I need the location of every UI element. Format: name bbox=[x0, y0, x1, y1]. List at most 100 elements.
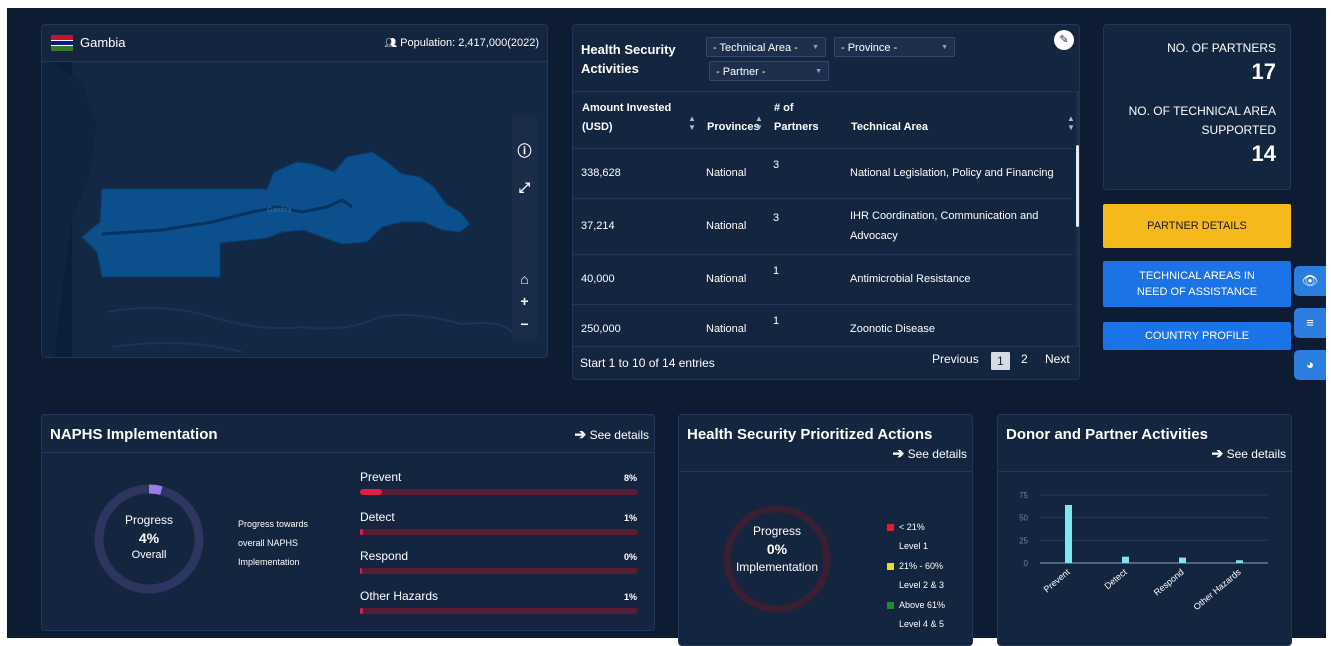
y-tick-label: 0 bbox=[1024, 559, 1029, 568]
dashboard-icon[interactable]: ◕ bbox=[1294, 350, 1326, 380]
legend-swatch bbox=[887, 563, 894, 570]
progress-sub: Implementation bbox=[735, 560, 819, 574]
country-name: Gambia bbox=[80, 35, 126, 50]
cell-partners: 3 bbox=[773, 159, 780, 171]
entries-info: Start 1 to 10 of 14 entries bbox=[580, 356, 715, 370]
arrow-right-icon: ➔ bbox=[1211, 445, 1224, 461]
technical-areas-button[interactable]: TECHNICAL AREAS IN NEED OF ASSISTANCE bbox=[1103, 261, 1291, 307]
sort-icon[interactable]: ▲ ▼ bbox=[755, 114, 763, 132]
country-profile-button[interactable]: COUNTRY PROFILE bbox=[1103, 322, 1291, 350]
partners-count-value: 17 bbox=[1251, 59, 1276, 84]
legend-swatch bbox=[887, 524, 894, 531]
partner-details-button[interactable]: PARTNER DETAILS bbox=[1103, 204, 1291, 248]
bar-percent: 8% bbox=[624, 473, 638, 483]
map-place-label: Gambia bbox=[267, 207, 292, 214]
x-tick-label: Respond bbox=[1152, 567, 1186, 598]
progress-bar bbox=[360, 568, 638, 574]
card-title: Health Security Prioritized Actions bbox=[687, 426, 933, 443]
card-divider bbox=[679, 471, 972, 472]
select-value: - Technical Area - bbox=[713, 42, 798, 54]
sort-icon[interactable]: ▲ ▼ bbox=[688, 114, 696, 132]
cell-partners: 1 bbox=[773, 265, 780, 277]
map-toolbar: ⓘ ⤢ ⌂ + − bbox=[512, 115, 537, 341]
column-header-technical-area[interactable]: Technical Area bbox=[851, 118, 928, 137]
column-header-provinces[interactable]: Provinces bbox=[707, 118, 760, 137]
table-row[interactable]: 338,628 National 3 National Legislation,… bbox=[573, 148, 1073, 199]
previous-button[interactable]: Previous bbox=[932, 352, 979, 366]
health-security-prioritized-actions-card: Health Security Prioritized Actions ➔ Se… bbox=[678, 414, 973, 646]
home-icon[interactable]: ⌂ bbox=[512, 271, 537, 287]
cell-province: National bbox=[706, 323, 747, 335]
table-row[interactable]: 37,214 National 3 IHR Coordination, Comm… bbox=[573, 198, 1073, 255]
progress-value: 4% bbox=[138, 530, 160, 546]
hspa-progress-text: Progress 0% Implementation bbox=[721, 524, 833, 574]
next-button[interactable]: Next bbox=[1045, 352, 1070, 366]
bar bbox=[1236, 560, 1243, 563]
bar-label: Prevent bbox=[360, 470, 402, 484]
progress-label: Progress bbox=[752, 524, 802, 538]
progress-bar-fill bbox=[360, 568, 362, 574]
eye-icon[interactable]: 👁︎ bbox=[1294, 266, 1326, 296]
cell-technical-area: IHR Coordination, Communication and bbox=[850, 210, 1039, 222]
page-1-button[interactable]: 1 bbox=[991, 352, 1010, 370]
progress-bar-fill bbox=[360, 489, 383, 495]
zoom-in-icon[interactable]: + bbox=[512, 293, 537, 309]
map-header: Gambia 👥︎ Population: 2,417,000(2022) bbox=[42, 25, 547, 62]
cell-technical-area: Zoonotic Disease bbox=[850, 323, 935, 335]
zoom-out-icon[interactable]: − bbox=[512, 316, 537, 332]
table-row[interactable]: 250,000 National 1 Zoonotic Disease bbox=[573, 304, 1073, 347]
donor-bar-chart: 0 25 50 75 Prevent Detect Respond Other Hazards bbox=[1019, 491, 1268, 612]
cell-amount: 37,214 bbox=[581, 220, 615, 232]
tech-area-count-value: 14 bbox=[1251, 141, 1276, 166]
cell-amount: 338,628 bbox=[581, 167, 621, 179]
footer-divider bbox=[573, 346, 1079, 347]
sort-icon[interactable]: ▲ ▼ bbox=[1067, 114, 1075, 132]
arrow-right-icon: ➔ bbox=[892, 445, 905, 461]
legend-level: Level 1 bbox=[899, 541, 929, 551]
see-details-link[interactable]: ➔ See details bbox=[575, 426, 649, 443]
progress-bar-fill bbox=[360, 607, 363, 614]
technical-area-select[interactable]: - Technical Area - ▼ bbox=[706, 37, 826, 57]
population-text: Population: 2,417,000(2022) bbox=[400, 37, 539, 49]
province-select[interactable]: - Province - ▼ bbox=[834, 37, 955, 57]
cell-technical-area: Antimicrobial Resistance bbox=[850, 273, 971, 285]
see-details-link[interactable]: ➔ See details bbox=[893, 445, 967, 462]
link-text: See details bbox=[1226, 447, 1286, 461]
cell-province: National bbox=[706, 273, 747, 285]
see-details-link[interactable]: ➔ See details bbox=[1212, 445, 1286, 462]
legend-swatch bbox=[887, 602, 894, 609]
edit-icon[interactable]: ✎ bbox=[1054, 30, 1074, 50]
map-canvas[interactable]: Gambia ⓘ ⤢ ⌂ + − bbox=[42, 62, 547, 357]
progress-sub: Overall bbox=[131, 549, 167, 561]
map-svg: Gambia bbox=[42, 62, 513, 357]
note-line: Progress towards bbox=[238, 519, 309, 529]
column-header-partners[interactable]: # of Partners bbox=[774, 99, 819, 137]
column-header-amount[interactable]: Amount Invested (USD) bbox=[582, 99, 671, 137]
table-row[interactable]: 40,000 National 1 Antimicrobial Resistan… bbox=[573, 254, 1073, 305]
map-panel: Gambia 👥︎ Population: 2,417,000(2022) Ga… bbox=[41, 24, 548, 358]
gambia-flag-icon bbox=[51, 35, 73, 51]
progress-value: 0% bbox=[766, 541, 788, 557]
card-divider bbox=[998, 471, 1291, 472]
layers-icon[interactable]: ≡ bbox=[1294, 308, 1326, 338]
population-label: 👥︎ Population: 2,417,000(2022) bbox=[384, 37, 539, 49]
y-tick-label: 75 bbox=[1019, 491, 1028, 500]
y-tick-label: 25 bbox=[1019, 536, 1028, 545]
x-tick-label: Prevent bbox=[1042, 567, 1073, 595]
title-line: Activities bbox=[581, 61, 639, 76]
progress-bar bbox=[360, 607, 638, 614]
page-2-button[interactable]: 2 bbox=[1021, 352, 1028, 366]
info-icon[interactable]: ⓘ bbox=[512, 141, 537, 161]
header-text: # of bbox=[774, 102, 794, 114]
scrollbar-thumb[interactable] bbox=[1076, 145, 1079, 227]
tech-area-count-label: SUPPORTED bbox=[1201, 123, 1276, 137]
naphs-progress-text: Progress 4% Overall bbox=[93, 513, 205, 561]
expand-icon[interactable]: ⤢ bbox=[512, 179, 537, 196]
legend-range: < 21% bbox=[899, 522, 925, 532]
progress-bar-fill bbox=[360, 528, 363, 535]
chevron-down-icon: ▼ bbox=[815, 68, 822, 75]
partner-select[interactable]: - Partner - ▼ bbox=[709, 61, 829, 81]
bar bbox=[1179, 557, 1186, 563]
legend-level: Level 2 & 3 bbox=[899, 580, 945, 590]
arrow-right-icon: ➔ bbox=[574, 426, 587, 442]
